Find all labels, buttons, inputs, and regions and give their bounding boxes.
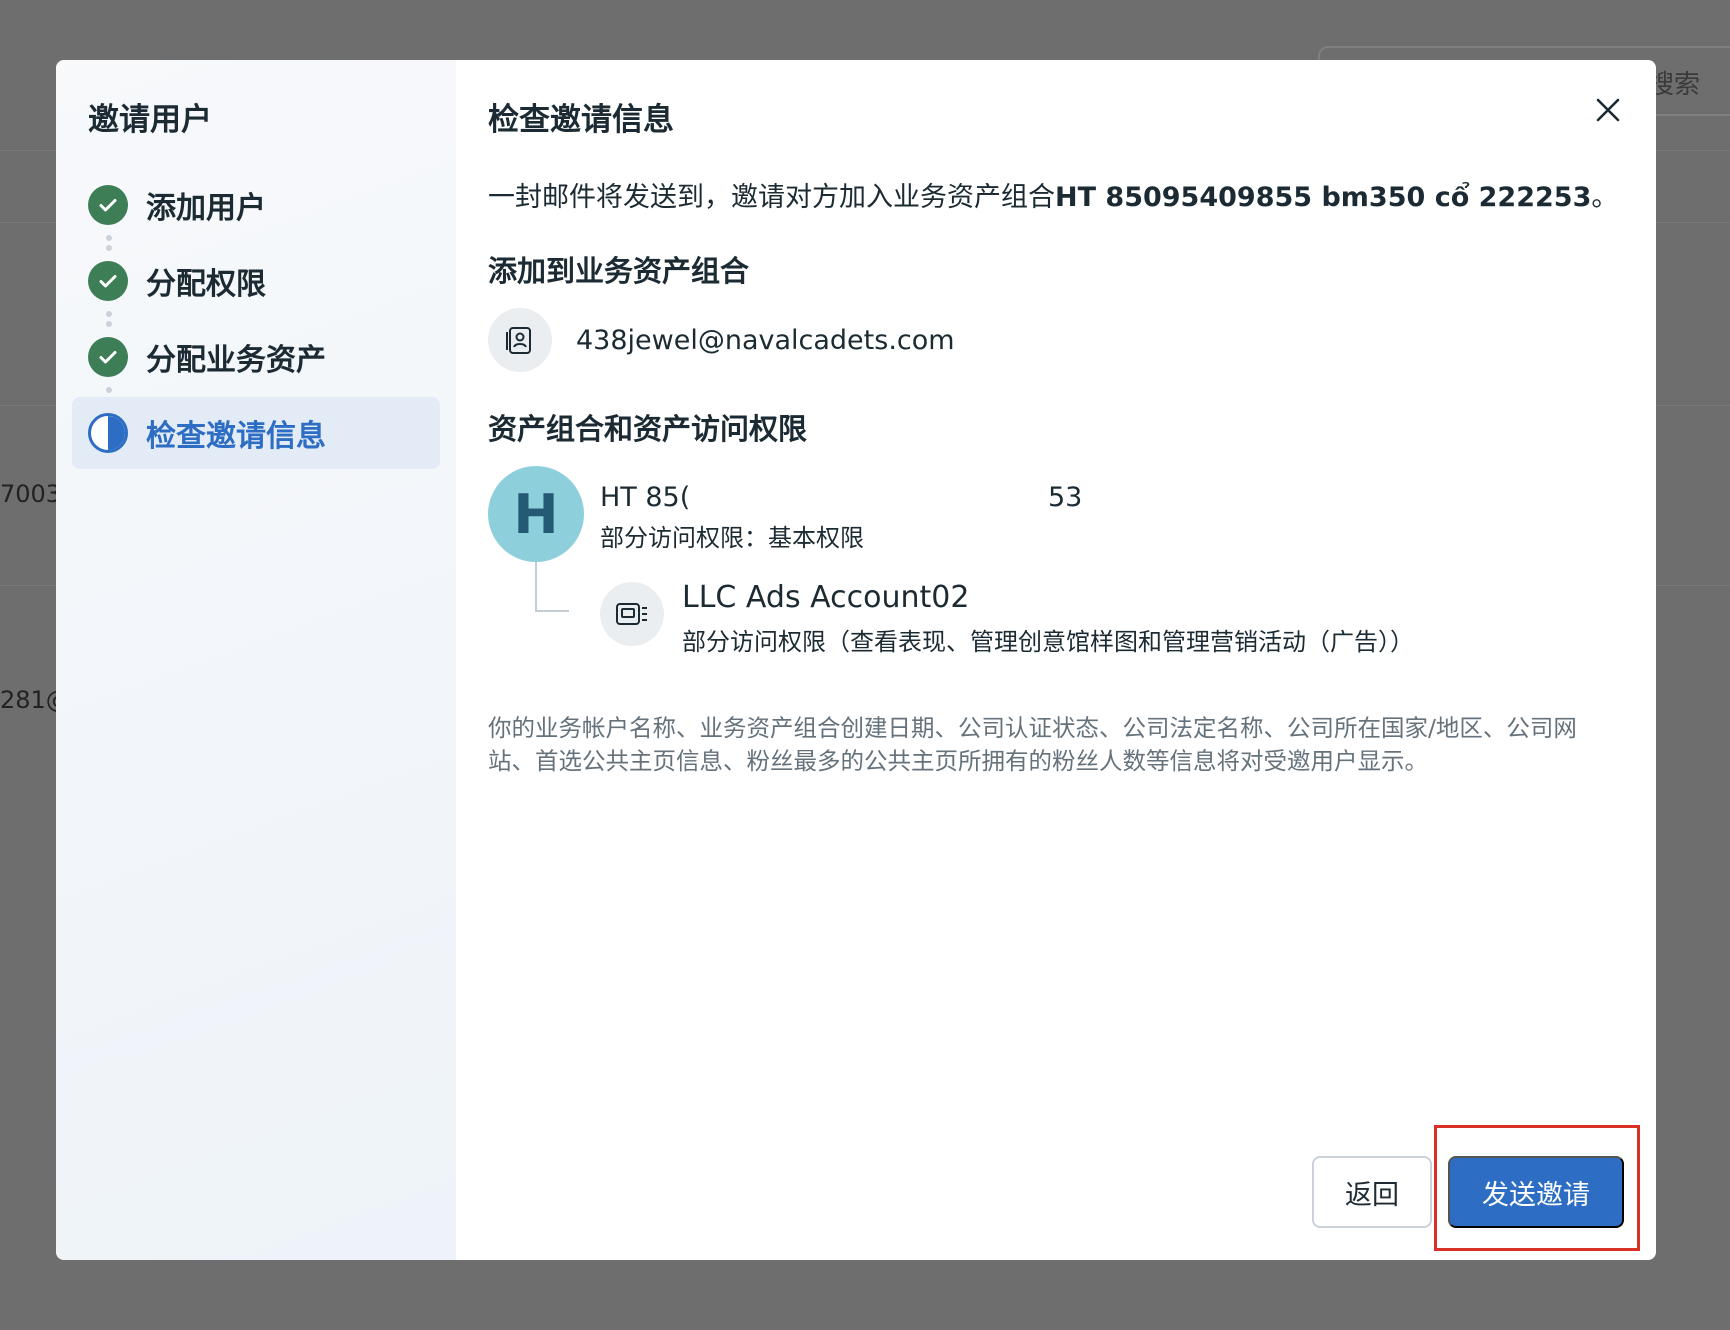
sidebar-title: 邀请用户 [88,102,212,138]
ad-account-name: LLC Ads Account02 [682,580,970,615]
visibility-note: 你的业务帐户名称、业务资产组合创建日期、公司认证状态、公司法定名称、公司所在国家… [488,714,1577,775]
review-panel: 检查邀请信息 一封邮件将发送到，邀请对方加入业务资产组合HT 850954098… [456,60,1656,1260]
ad-account-access-level: 部分访问权限（查看表现、管理创意馆样图和管理营销活动（广告）） [682,628,1414,656]
id-card-icon [488,308,552,372]
step-add-user[interactable]: 添加用户 [72,169,440,241]
portfolio-name-bold: HT 85095409855 bm350 cổ 222253 [1055,182,1592,213]
close-icon [1596,98,1620,122]
step-label: 分配权限 [146,267,266,302]
portfolio-access-level: 部分访问权限：基本权限 [600,524,864,552]
step-label: 分配业务资产 [146,343,326,378]
step-list: 添加用户 分配权限 分配业务资产 检查邀请信息 [72,169,440,469]
step-review-invite[interactable]: 检查邀请信息 [72,397,440,469]
access-heading: 资产组合和资产访问权限 [488,412,808,446]
check-circle-icon [88,185,128,225]
step-label: 检查邀请信息 [146,419,326,454]
user-email: 438jewel@navalcadets.com [576,324,955,356]
portfolio-name-suffix: 53 [1048,482,1083,513]
close-button[interactable] [1590,92,1626,128]
step-assign-assets[interactable]: 分配业务资产 [72,321,440,393]
add-to-portfolio-heading: 添加到业务资产组合 [488,254,750,288]
tree-connector [535,562,569,612]
check-circle-icon [88,337,128,377]
ad-account-icon [600,582,664,646]
invite-user-dialog: 邀请用户 添加用户 分配权限 分配业务资产 检查邀请信息 检查邀请信息 一封邮件… [56,60,1656,1260]
page-title: 检查邀请信息 [488,102,674,138]
portfolio-access-tree: H HT 85( 53 部分访问权限：基本权限 LLC Ads Account0… [488,466,1624,656]
portfolio-name: HT 85( [600,482,691,513]
invited-user-row: 438jewel@navalcadets.com [488,308,1624,372]
intro-text: 一封邮件将发送到，邀请对方加入业务资产组合HT 85095409855 bm35… [488,175,1624,214]
intro-prefix: 一封邮件将发送到，邀请对方加入业务资产组合 [488,182,1055,213]
half-circle-icon [88,413,128,453]
portfolio-avatar: H [488,466,584,562]
step-label: 添加用户 [146,191,266,226]
check-circle-icon [88,261,128,301]
highlight-box [1434,1125,1640,1251]
step-assign-permissions[interactable]: 分配权限 [72,245,440,317]
stepper-sidebar: 邀请用户 添加用户 分配权限 分配业务资产 检查邀请信息 [56,60,456,1260]
back-button[interactable]: 返回 [1312,1156,1432,1228]
intro-suffix: 。 [1591,182,1619,213]
